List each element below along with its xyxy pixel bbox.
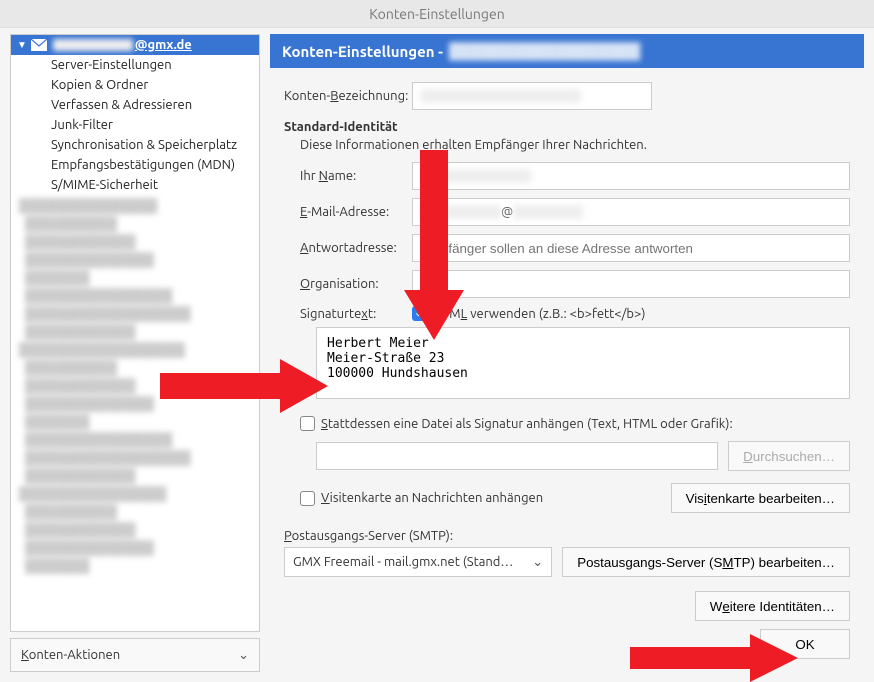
name-input[interactable]	[412, 162, 850, 190]
panel-header-prefix: Konten-Einstellungen -	[282, 43, 443, 60]
sidebar-item-junk[interactable]: Junk-Filter	[11, 115, 259, 135]
vcard-label: Visitenkarte an Nachrichten anhängen	[321, 491, 543, 505]
identity-heading: Standard-Identität	[284, 120, 850, 134]
file-signature-checkbox[interactable]	[300, 416, 315, 431]
name-label: Ihr Name:	[300, 169, 412, 183]
browse-button[interactable]: Durchsuchen…	[728, 441, 850, 471]
account-name-input[interactable]	[412, 82, 652, 110]
account-name-blurred	[53, 39, 133, 51]
account-tree[interactable]: ▼ @gmx.de Server-Einstellungen Kopien & …	[10, 34, 260, 632]
file-path-input[interactable]	[316, 442, 718, 470]
reply-input[interactable]	[412, 234, 850, 262]
sidebar-item-compose[interactable]: Verfassen & Adressieren	[11, 95, 259, 115]
sidebar-item-smime[interactable]: S/MIME-Sicherheit	[11, 175, 259, 195]
mail-icon	[31, 39, 47, 51]
sidebar-item-server[interactable]: Server-Einstellungen	[11, 55, 259, 75]
email-label: E-Mail-Adresse:	[300, 205, 412, 219]
smtp-select[interactable]: GMX Freemail - mail.gmx.net (Stand… ⌄	[284, 547, 552, 577]
identity-subtext: Diese Informationen erhalten Empfänger I…	[300, 138, 850, 152]
sidebar-item-sync[interactable]: Synchronisation & Speicherplatz	[11, 135, 259, 155]
reply-label: Antwortadresse:	[300, 241, 412, 255]
sidebar-item-mdn[interactable]: Empfangsbestätigungen (MDN)	[11, 155, 259, 175]
account-name-label: Konten-Bezeichnung:	[284, 89, 412, 103]
expand-icon: ▼	[17, 39, 27, 51]
smtp-select-value: GMX Freemail - mail.gmx.net (Stand…	[293, 555, 513, 569]
window-title: Konten-Einstellungen	[0, 0, 874, 28]
file-signature-label: Stattdessen eine Datei als Signatur anhä…	[321, 417, 733, 431]
account-row[interactable]: ▼ @gmx.de	[11, 35, 259, 55]
vcard-edit-button[interactable]: Visitenkarte bearbeiten…	[671, 483, 850, 513]
smtp-label: Postausgangs-Server (SMTP):	[284, 529, 850, 543]
account-actions-button[interactable]: Konten-Aktionen ⌄	[10, 638, 260, 672]
html-checkbox-label: HTML verwenden (z.B.: <b>fett</b>)	[433, 307, 645, 321]
html-checkbox[interactable]: ✓	[412, 306, 427, 321]
panel-header-account-blurred: ██████████████████	[449, 42, 640, 60]
email-input[interactable]: @	[412, 198, 850, 226]
signature-label: Signaturtext:	[300, 307, 412, 321]
sidebar: ▼ @gmx.de Server-Einstellungen Kopien & …	[10, 34, 260, 672]
blurred-accounts: ███████████████ ██████████ ████████████ …	[11, 195, 259, 615]
org-label: Organisation:	[300, 277, 412, 291]
more-identities-button[interactable]: Weitere Identitäten…	[695, 591, 850, 621]
chevron-down-icon: ⌄	[532, 555, 543, 570]
panel-header: Konten-Einstellungen - █████████████████…	[270, 34, 864, 68]
account-actions-label: Konten-Aktionen	[21, 648, 120, 662]
smtp-edit-button[interactable]: Postausgangs-Server (SMTP) bearbeiten…	[562, 547, 850, 577]
account-domain: @gmx.de	[135, 38, 192, 52]
ok-button[interactable]: OK	[760, 629, 850, 659]
main-panel: Konten-Einstellungen - █████████████████…	[270, 34, 864, 672]
signature-textarea[interactable]	[316, 327, 850, 399]
vcard-checkbox[interactable]	[300, 491, 315, 506]
sidebar-item-copies[interactable]: Kopien & Ordner	[11, 75, 259, 95]
org-input[interactable]	[412, 270, 850, 298]
chevron-down-icon: ⌄	[238, 648, 249, 663]
